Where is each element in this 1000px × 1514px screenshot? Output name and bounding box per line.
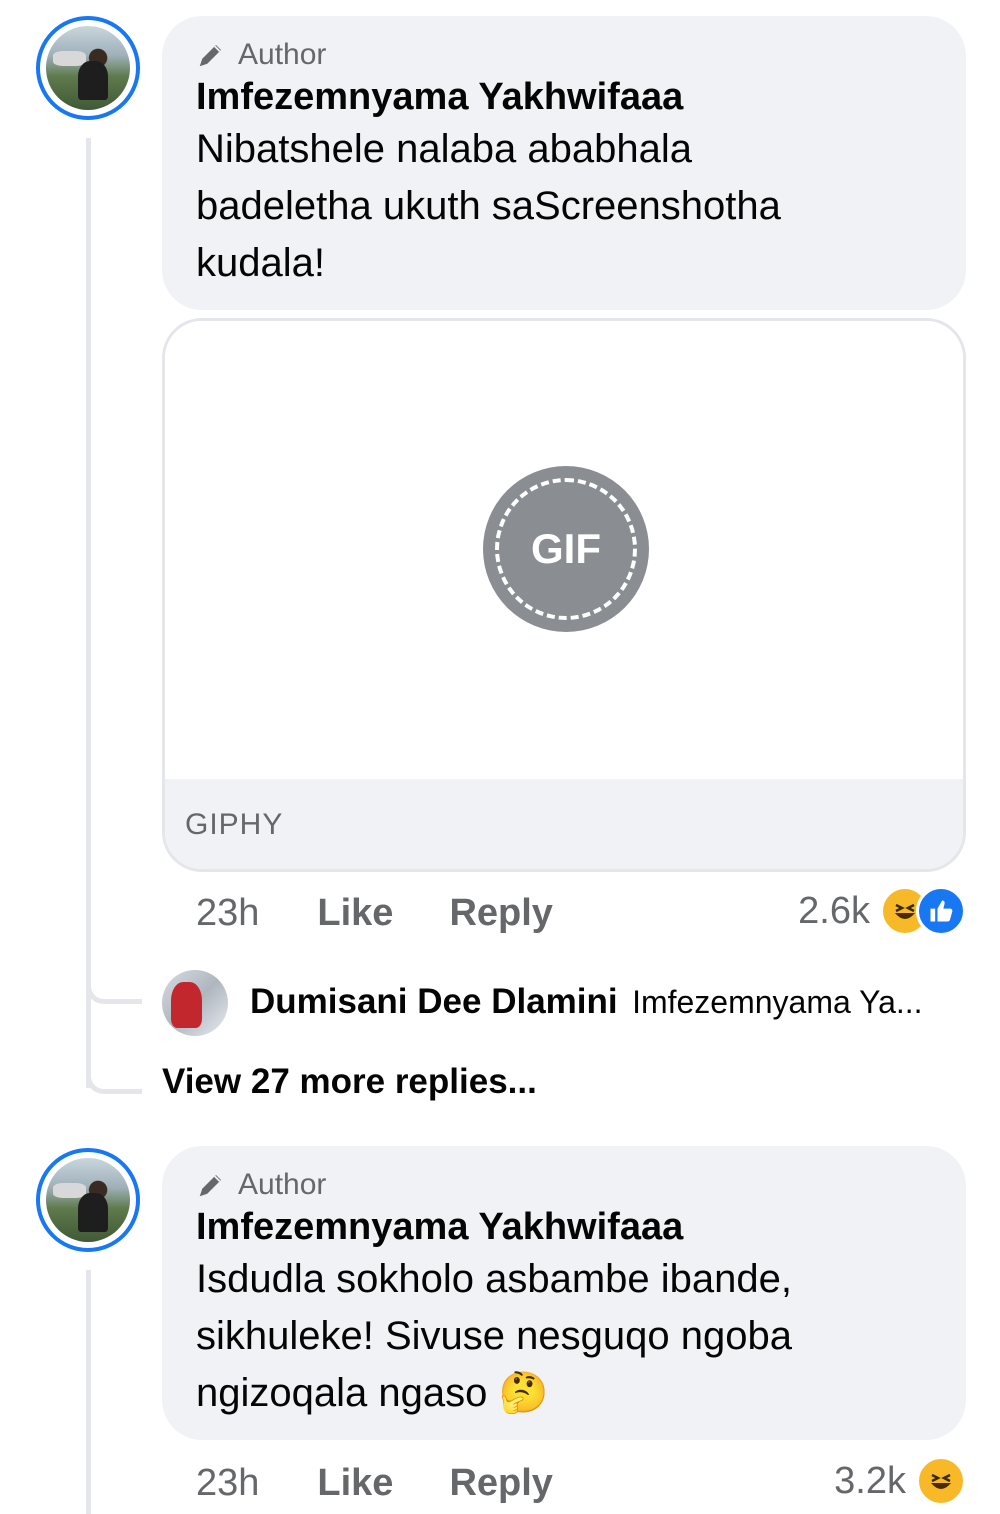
comment-line: kudala! — [196, 241, 325, 285]
thread-branch-1 — [86, 960, 142, 1004]
comment-line: Nibatshele nalaba ababhala — [196, 127, 692, 171]
comment-actions: 23h Like Reply — [196, 1458, 553, 1508]
thread-line — [86, 138, 91, 1088]
thread-line — [86, 1270, 91, 1514]
reply-button[interactable]: Reply — [449, 892, 552, 935]
like-button[interactable]: Like — [317, 892, 393, 935]
haha-icon — [916, 1456, 966, 1506]
reply-avatar[interactable] — [162, 970, 228, 1036]
gif-provider[interactable]: GIPHY — [165, 779, 963, 869]
comment-timestamp[interactable]: 23h — [196, 892, 259, 935]
comment-text: Nibatshele nalaba ababhala badeletha uku… — [196, 121, 932, 292]
reply-preview[interactable]: Dumisani Dee Dlamini Imfezemnyama Ya... — [250, 982, 966, 1022]
avatar-photo — [46, 26, 130, 110]
comment-timestamp[interactable]: 23h — [196, 1462, 259, 1505]
commenter-name[interactable]: Imfezemnyama Yakhwifaaa — [196, 1206, 932, 1249]
reaction-count: 2.6k — [798, 889, 870, 932]
author-label: Author — [238, 1168, 327, 1201]
comment-line: sikhuleke! Sivuse nesguqo ngoba — [196, 1314, 792, 1358]
comment-line: badeletha ukuth saScreenshotha — [196, 184, 781, 228]
author-badge: Author — [196, 1168, 932, 1202]
like-button[interactable]: Like — [317, 1462, 393, 1505]
reaction-summary[interactable]: 3.2k — [834, 1456, 966, 1506]
reply-snippet: Imfezemnyama Ya... — [632, 984, 923, 1020]
gif-label: GIF — [531, 525, 601, 572]
commenter-name[interactable]: Imfezemnyama Yakhwifaaa — [196, 76, 932, 119]
comment-bubble: Author Imfezemnyama Yakhwifaaa Isdudla s… — [162, 1146, 966, 1440]
pencil-icon — [199, 1175, 221, 1197]
comment-line: ngizoqala ngaso — [196, 1371, 488, 1415]
gif-play-icon[interactable]: GIF — [483, 466, 649, 632]
author-label: Author — [238, 38, 327, 71]
thinking-face-emoji: 🤔 — [498, 1371, 549, 1415]
comment-text: Isdudla sokholo asbambe ibande, sikhulek… — [196, 1251, 932, 1422]
reaction-count: 3.2k — [834, 1459, 906, 1502]
reply-button[interactable]: Reply — [449, 1462, 552, 1505]
view-more-replies-link[interactable]: View 27 more replies... — [162, 1062, 537, 1102]
comment-bubble: Author Imfezemnyama Yakhwifaaa Nibatshel… — [162, 16, 966, 310]
gif-attachment[interactable]: GIF GIPHY — [162, 318, 966, 872]
comment-line-last: ngizoqala ngaso 🤔 — [196, 1365, 932, 1422]
author-badge: Author — [196, 38, 932, 72]
avatar-photo — [46, 1158, 130, 1242]
reaction-summary[interactable]: 2.6k — [798, 886, 966, 936]
comment-actions: 23h Like Reply — [196, 888, 553, 938]
comment-line: Isdudla sokholo asbambe ibande, — [196, 1257, 792, 1301]
commenter-avatar[interactable] — [36, 16, 140, 120]
thread-branch-2 — [86, 1050, 142, 1094]
like-icon — [916, 886, 966, 936]
commenter-avatar[interactable] — [36, 1148, 140, 1252]
reply-author-name[interactable]: Dumisani Dee Dlamini — [250, 982, 618, 1021]
pencil-icon — [199, 45, 221, 67]
gif-preview[interactable]: GIF — [165, 321, 963, 779]
